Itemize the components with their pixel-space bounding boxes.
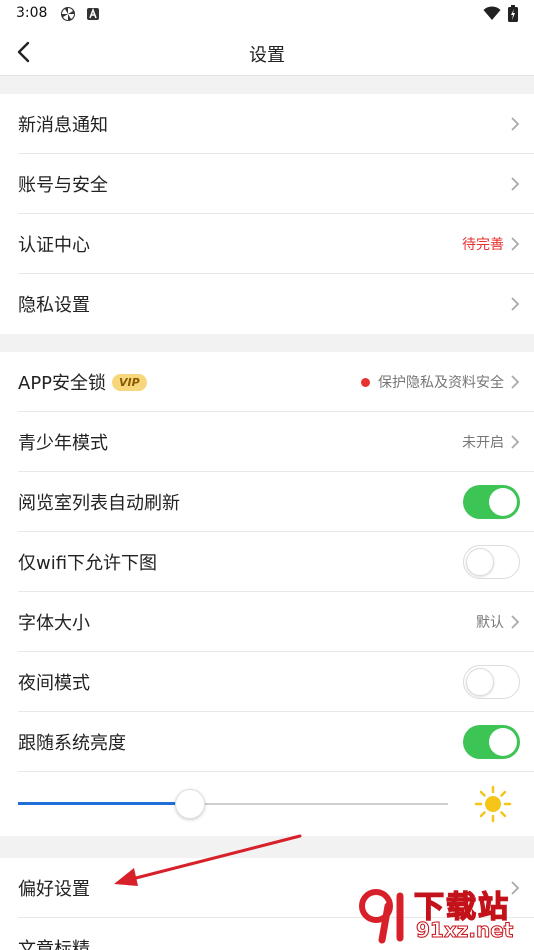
row-label: 仅wifi下允许下图 bbox=[18, 553, 158, 574]
watermark-logo bbox=[359, 889, 404, 944]
wifi-images-toggle[interactable] bbox=[463, 545, 520, 579]
row-label: 夜间模式 bbox=[18, 673, 90, 694]
status-time: 3:08 bbox=[16, 5, 48, 21]
red-dot-indicator bbox=[361, 377, 370, 387]
row-label: 文章标精 bbox=[18, 939, 90, 950]
font-size-value: 默认 bbox=[476, 615, 504, 631]
row-label: 跟随系统亮度 bbox=[18, 733, 126, 754]
row-label: 字体大小 bbox=[18, 613, 90, 634]
row-font-size[interactable]: 字体大小 默认 bbox=[0, 592, 534, 652]
row-new-message-notification[interactable]: 新消息通知 bbox=[0, 94, 534, 154]
row-label: 阅览室列表自动刷新 bbox=[18, 493, 180, 514]
sun-icon bbox=[474, 785, 512, 823]
settings-group-general: APP安全锁 VIP 保护隐私及资料安全 青少年模式 未开启 阅览室列表自动刷新… bbox=[0, 352, 534, 836]
row-label: 认证中心 bbox=[18, 235, 90, 256]
status-bar: 3:08 bbox=[0, 0, 534, 28]
nav-bar: 设置 bbox=[0, 28, 534, 76]
row-night-mode: 夜间模式 bbox=[0, 652, 534, 712]
chevron-right-icon bbox=[511, 117, 520, 131]
row-certification-center[interactable]: 认证中心 待完善 bbox=[0, 214, 534, 274]
wifi-icon bbox=[483, 6, 501, 20]
row-label: 青少年模式 bbox=[18, 433, 108, 454]
row-wifi-only-images: 仅wifi下允许下图 bbox=[0, 532, 534, 592]
a-box-icon bbox=[87, 7, 99, 20]
chevron-right-icon bbox=[511, 615, 520, 629]
section-gap bbox=[0, 334, 534, 352]
follow-brightness-toggle[interactable] bbox=[463, 725, 520, 759]
vip-badge: VIP bbox=[112, 373, 147, 391]
section-gap bbox=[0, 76, 534, 94]
watermark-domain: 91xz.net bbox=[415, 918, 514, 943]
brightness-slider-thumb[interactable] bbox=[175, 789, 205, 819]
chevron-right-icon bbox=[511, 297, 520, 311]
row-teen-mode[interactable]: 青少年模式 未开启 bbox=[0, 412, 534, 472]
app-lock-hint: 保护隐私及资料安全 bbox=[378, 375, 504, 391]
brightness-slider-row bbox=[0, 772, 534, 836]
row-app-lock[interactable]: APP安全锁 VIP 保护隐私及资料安全 bbox=[0, 352, 534, 412]
row-privacy-settings[interactable]: 隐私设置 bbox=[0, 274, 534, 334]
certification-status: 待完善 bbox=[462, 237, 504, 253]
row-account-security[interactable]: 账号与安全 bbox=[0, 154, 534, 214]
row-label: 账号与安全 bbox=[18, 175, 108, 196]
row-label: 新消息通知 bbox=[18, 115, 108, 136]
row-follow-system-brightness: 跟随系统亮度 bbox=[0, 712, 534, 772]
row-label: 偏好设置 bbox=[18, 879, 90, 900]
row-label: 隐私设置 bbox=[18, 295, 90, 316]
brightness-slider-fill bbox=[18, 802, 190, 805]
row-label: APP安全锁 bbox=[18, 373, 107, 394]
settings-group-account: 新消息通知 账号与安全 认证中心 待完善 隐私设置 bbox=[0, 94, 534, 334]
auto-refresh-toggle[interactable] bbox=[463, 485, 520, 519]
chevron-right-icon bbox=[511, 375, 520, 389]
night-mode-toggle[interactable] bbox=[463, 665, 520, 699]
watermark: 下载站 91xz.net bbox=[344, 880, 534, 950]
pinwheel-icon bbox=[61, 7, 75, 21]
teen-mode-status: 未开启 bbox=[462, 435, 504, 451]
chevron-right-icon bbox=[511, 237, 520, 251]
battery-icon bbox=[508, 5, 518, 22]
section-gap bbox=[0, 836, 534, 858]
row-auto-refresh: 阅览室列表自动刷新 bbox=[0, 472, 534, 532]
page-title: 设置 bbox=[249, 45, 285, 66]
chevron-right-icon bbox=[511, 435, 520, 449]
chevron-right-icon bbox=[511, 177, 520, 191]
